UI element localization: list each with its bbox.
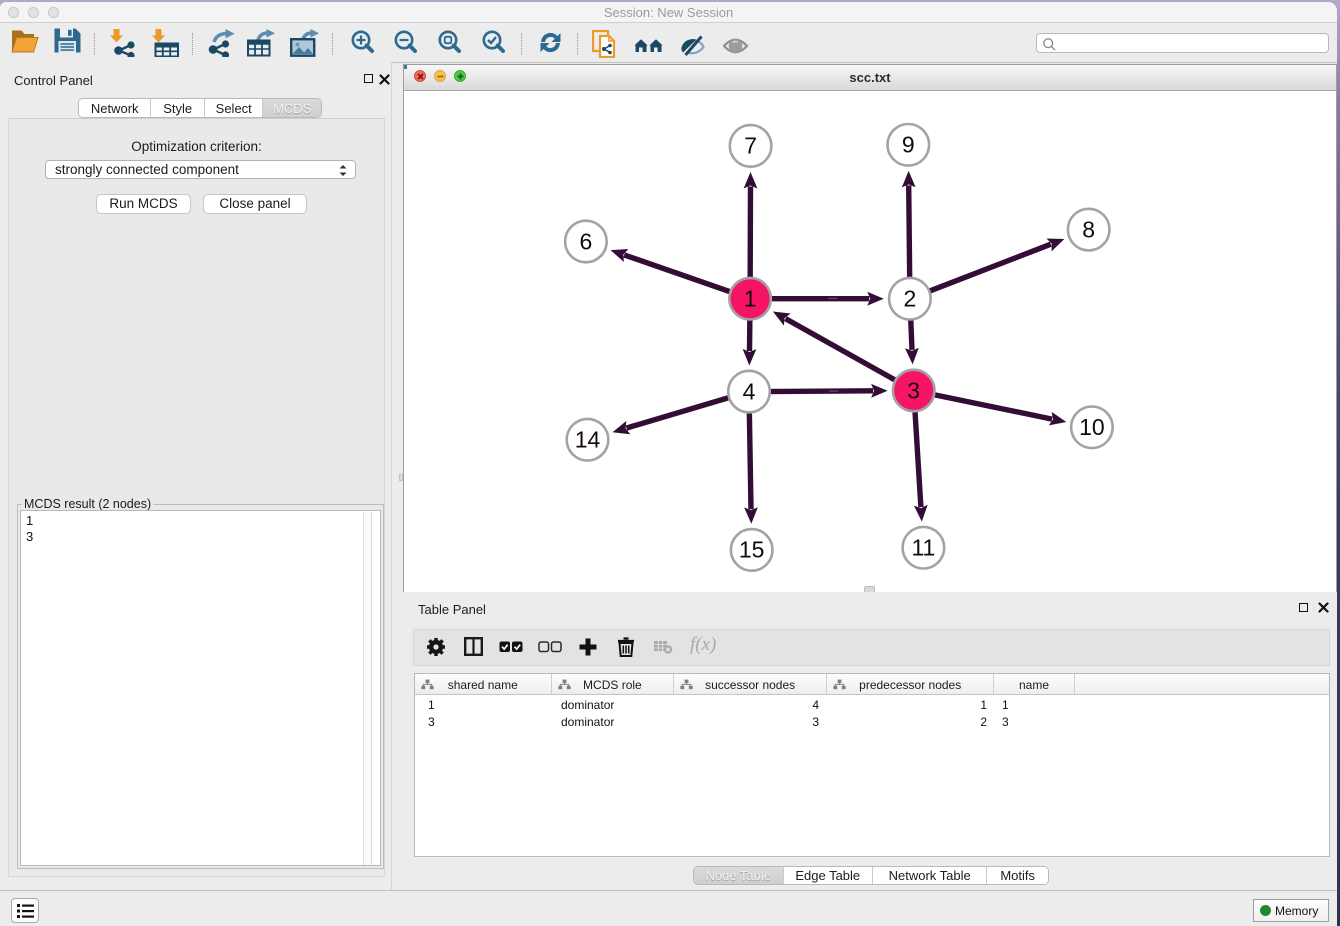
svg-text:9: 9 xyxy=(902,132,915,158)
svg-text:11: 11 xyxy=(911,535,935,561)
svg-text:7: 7 xyxy=(744,133,757,159)
svg-text:4: 4 xyxy=(743,378,756,404)
svg-text:2: 2 xyxy=(904,286,917,312)
svg-text:14: 14 xyxy=(575,427,601,453)
svg-text:6: 6 xyxy=(580,228,593,254)
svg-text:3: 3 xyxy=(907,377,920,403)
svg-text:15: 15 xyxy=(739,537,765,563)
svg-text:10: 10 xyxy=(1079,414,1105,440)
svg-text:8: 8 xyxy=(1082,216,1095,242)
svg-text:1: 1 xyxy=(744,286,757,312)
